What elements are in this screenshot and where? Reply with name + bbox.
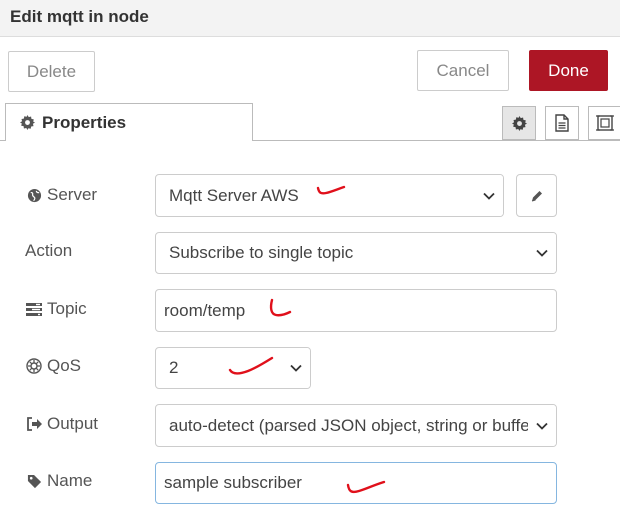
- tab-settings[interactable]: [502, 106, 536, 140]
- name-input-value: sample subscriber: [164, 473, 302, 492]
- action-label-text: Action: [25, 241, 73, 260]
- topic-input[interactable]: room/temp: [155, 289, 557, 332]
- chevron-down-icon: [475, 175, 503, 216]
- qos-label-text: QoS: [47, 356, 82, 375]
- topic-label-text: Topic: [47, 299, 87, 318]
- action-select[interactable]: Subscribe to single topic: [155, 232, 557, 274]
- topic-input-value: room/temp: [164, 300, 246, 320]
- pencil-icon: [530, 189, 544, 203]
- qos-select-value: 2: [169, 358, 179, 377]
- frame-icon: [596, 114, 614, 132]
- done-button[interactable]: Done: [529, 50, 608, 91]
- tab-appearance[interactable]: [588, 106, 620, 140]
- server-label-text: Server: [47, 185, 98, 204]
- server-select[interactable]: Mqtt Server AWS: [155, 174, 504, 217]
- server-label: Server: [25, 183, 97, 207]
- gear-icon: [20, 115, 35, 130]
- tag-icon: [25, 474, 43, 489]
- tab-properties[interactable]: Properties: [5, 103, 253, 141]
- qos-label: QoS: [25, 354, 81, 378]
- name-label: Name: [25, 469, 92, 493]
- output-label-text: Output: [47, 414, 99, 433]
- dialog-title-bar: Edit mqtt in node: [0, 0, 620, 37]
- chevron-down-icon: [528, 405, 556, 446]
- server-select-value: Mqtt Server AWS: [169, 185, 299, 205]
- output-select-value: auto-detect (parsed JSON object, string …: [169, 415, 528, 435]
- delete-button[interactable]: Delete: [8, 51, 95, 92]
- tasks-icon: [25, 302, 43, 316]
- cancel-button[interactable]: Cancel: [417, 50, 509, 91]
- tab-properties-label: Properties: [42, 112, 127, 132]
- output-label: Output: [25, 412, 98, 436]
- globe-icon: [25, 188, 43, 203]
- name-label-text: Name: [47, 471, 93, 490]
- empire-icon: [25, 358, 43, 374]
- name-input[interactable]: sample subscriber: [155, 462, 557, 504]
- output-select[interactable]: auto-detect (parsed JSON object, string …: [155, 404, 557, 447]
- chevron-down-icon: [528, 233, 556, 273]
- action-select-value: Subscribe to single topic: [169, 243, 354, 262]
- qos-select[interactable]: 2: [155, 347, 311, 389]
- file-icon: [554, 114, 570, 132]
- action-label: Action: [25, 239, 72, 263]
- gear-icon: [511, 115, 527, 131]
- chevron-down-icon: [282, 348, 310, 388]
- sign-out-icon: [25, 417, 43, 431]
- edit-server-button[interactable]: [516, 174, 557, 217]
- tab-description[interactable]: [545, 106, 579, 140]
- dialog-title: Edit mqtt in node: [10, 7, 149, 26]
- topic-label: Topic: [25, 297, 87, 321]
